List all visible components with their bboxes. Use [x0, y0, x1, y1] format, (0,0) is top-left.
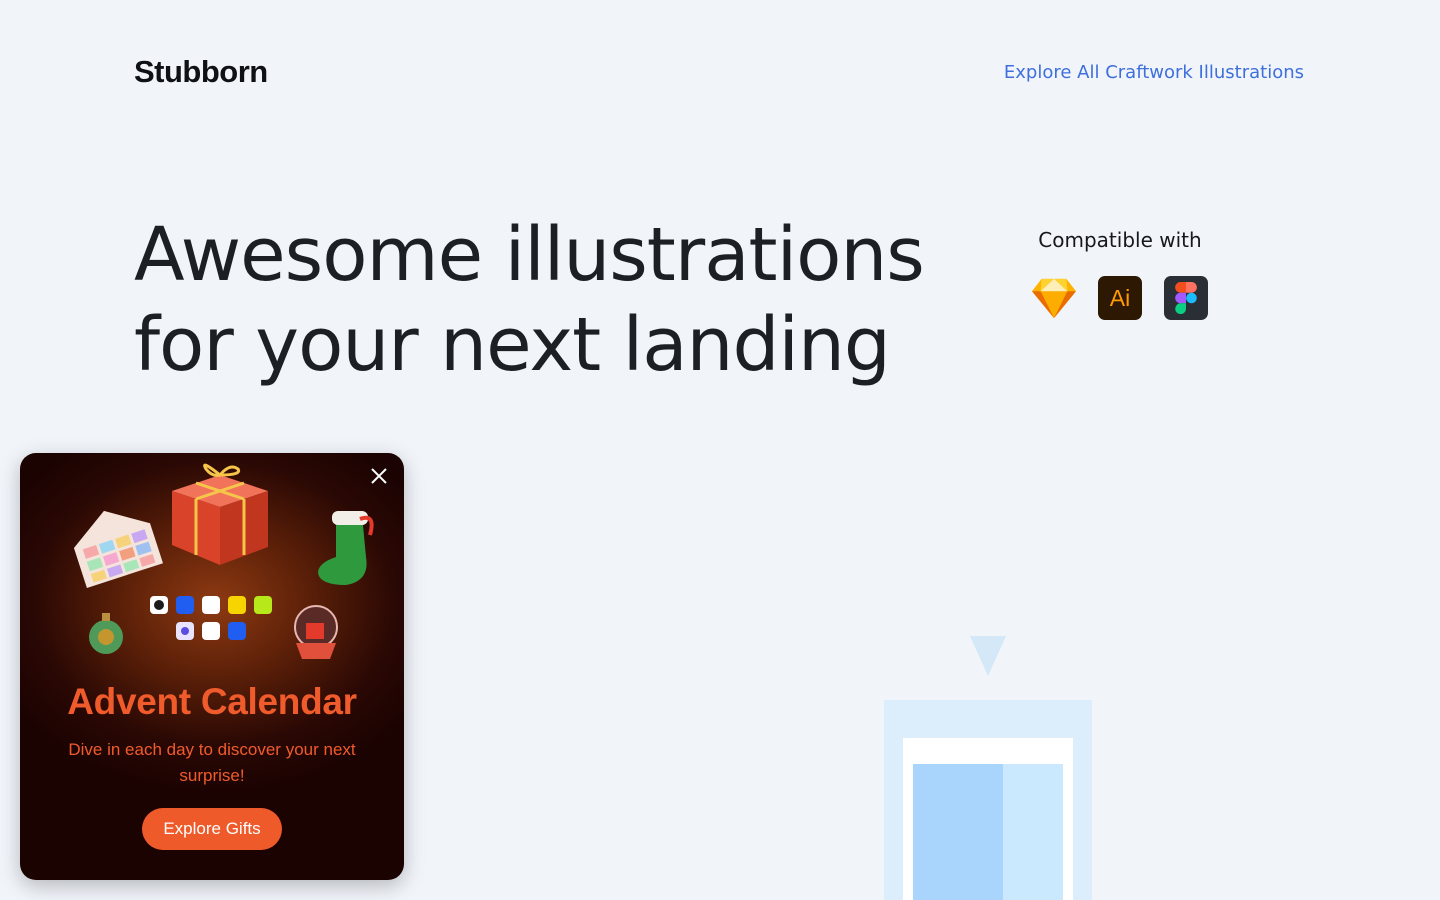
- explore-illustrations-link[interactable]: Explore All Craftwork Illustrations: [1004, 62, 1304, 83]
- popup-description: Dive in each day to discover your next s…: [68, 740, 356, 785]
- landing-illustration: [884, 636, 1092, 900]
- compatibility-icons: Ai: [1000, 276, 1240, 320]
- illustrator-icon: Ai: [1098, 276, 1142, 320]
- popup-title: Advent Calendar: [67, 681, 357, 722]
- sketch-icon: [1032, 276, 1076, 320]
- figma-icon: [1164, 276, 1208, 320]
- hero-title: Awesome illustrations for your next land…: [134, 212, 925, 388]
- gifts-illustration: [73, 463, 374, 659]
- compatibility-section: Compatible with Ai: [1000, 228, 1240, 320]
- advent-calendar-popup: Advent Calendar Dive in each day to disc…: [20, 453, 404, 880]
- logo[interactable]: Stubborn: [134, 54, 268, 90]
- close-icon[interactable]: [368, 465, 390, 487]
- explore-gifts-button[interactable]: Explore Gifts: [142, 808, 282, 850]
- compatibility-label: Compatible with: [1038, 228, 1202, 252]
